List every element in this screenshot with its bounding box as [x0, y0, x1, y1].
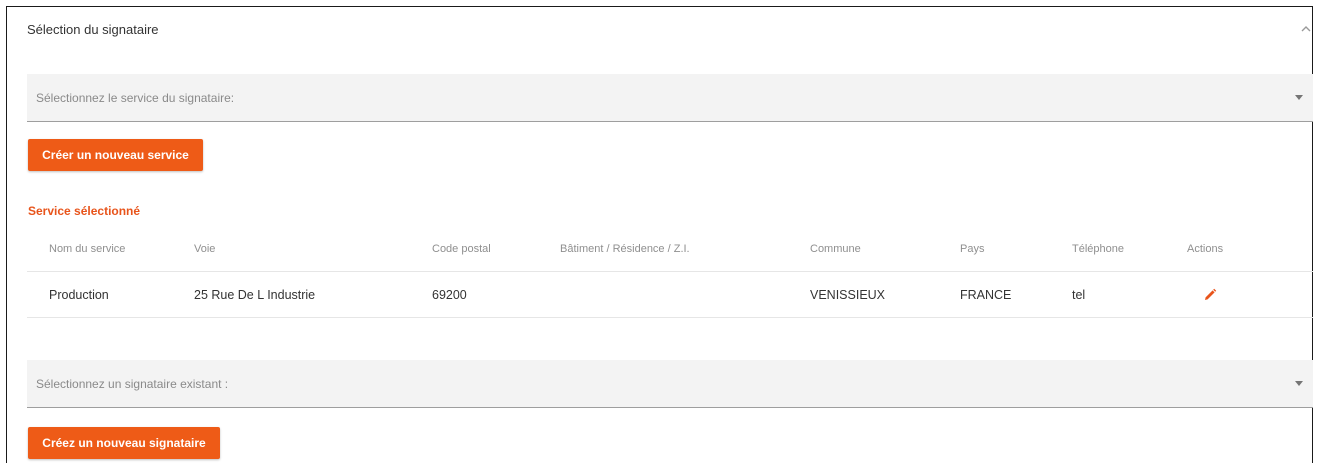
selected-service-title: Service sélectionné — [28, 204, 141, 218]
column-header-batiment: Bâtiment / Résidence / Z.I. — [560, 227, 810, 272]
table-row: Production 25 Rue De L Industrie 69200 V… — [27, 271, 1313, 318]
table-header-row: Nom du service Voie Code postal Bâtiment… — [27, 227, 1313, 272]
create-signataire-button[interactable]: Créez un nouveau signataire — [28, 427, 220, 459]
service-select[interactable]: Sélectionnez le service du signataire: — [27, 74, 1313, 122]
selected-service-table: Nom du service Voie Code postal Bâtiment… — [27, 227, 1313, 318]
service-select-placeholder: Sélectionnez le service du signataire: — [36, 91, 235, 105]
cell-code-postal: 69200 — [432, 271, 560, 318]
chevron-up-icon[interactable] — [1300, 23, 1312, 35]
create-service-button[interactable]: Créer un nouveau service — [28, 139, 203, 171]
signataire-selection-panel: Sélection du signataire Sélectionnez le … — [6, 6, 1313, 463]
cell-actions — [1187, 271, 1313, 318]
cell-telephone: tel — [1072, 271, 1187, 318]
cell-commune: VENISSIEUX — [810, 271, 960, 318]
caret-down-icon[interactable] — [1295, 95, 1303, 100]
pencil-icon[interactable] — [1203, 288, 1217, 302]
column-header-code-postal: Code postal — [432, 227, 560, 272]
cell-pays: FRANCE — [960, 271, 1072, 318]
column-header-commune: Commune — [810, 227, 960, 272]
panel-title: Sélection du signataire — [27, 22, 159, 37]
column-header-voie: Voie — [194, 227, 432, 272]
signataire-select-placeholder: Sélectionnez un signataire existant : — [36, 377, 229, 391]
column-header-nom: Nom du service — [27, 227, 194, 272]
column-header-pays: Pays — [960, 227, 1072, 272]
cell-batiment — [560, 271, 810, 318]
caret-down-icon[interactable] — [1295, 381, 1303, 386]
column-header-telephone: Téléphone — [1072, 227, 1187, 272]
column-header-actions: Actions — [1187, 227, 1313, 272]
signataire-select[interactable]: Sélectionnez un signataire existant : — [27, 360, 1313, 408]
cell-nom: Production — [27, 271, 194, 318]
cell-voie: 25 Rue De L Industrie — [194, 271, 432, 318]
